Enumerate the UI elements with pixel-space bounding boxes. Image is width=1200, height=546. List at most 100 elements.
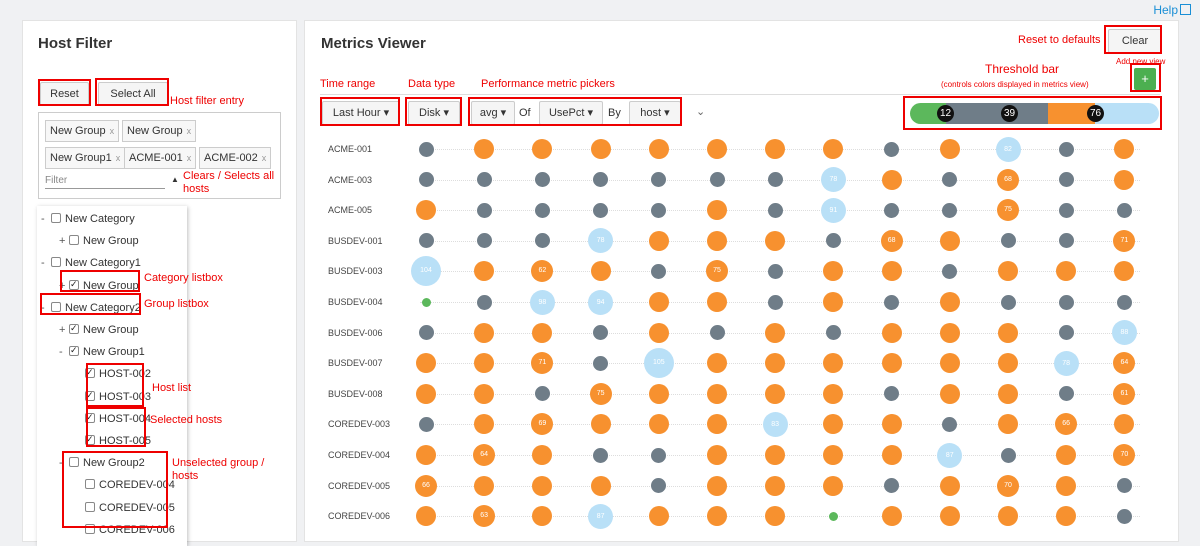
metric-dot[interactable] — [823, 414, 844, 435]
metric-dot[interactable]: 69 — [531, 413, 554, 436]
metric-dot[interactable] — [823, 383, 844, 404]
metric-dot[interactable] — [884, 386, 900, 402]
metric-dot[interactable] — [765, 322, 786, 343]
metric-dot[interactable]: 61 — [1113, 382, 1136, 405]
metric-dot[interactable] — [709, 172, 725, 188]
metric-dot[interactable] — [939, 230, 960, 251]
metric-dot[interactable] — [765, 445, 786, 465]
metric-dot[interactable] — [884, 141, 900, 157]
metric-dot[interactable] — [765, 383, 786, 404]
metric-dot[interactable]: 75 — [706, 260, 728, 283]
metric-dot[interactable]: 66 — [415, 474, 437, 497]
metric-dot[interactable] — [1058, 386, 1074, 402]
metric-dot[interactable] — [1114, 261, 1135, 282]
metric-dot[interactable] — [418, 141, 434, 157]
metric-dot[interactable] — [1058, 294, 1074, 310]
metric-dot[interactable]: 66 — [1055, 413, 1078, 436]
metric-dot[interactable] — [534, 233, 550, 249]
metric-dot[interactable]: 71 — [531, 352, 554, 375]
metric-dot[interactable] — [532, 445, 553, 465]
metric-dot[interactable] — [823, 139, 844, 159]
metric-dot[interactable] — [590, 261, 611, 282]
help-link[interactable]: Help — [1153, 3, 1191, 17]
metric-dot[interactable] — [593, 325, 609, 341]
metric-dot[interactable]: 68 — [880, 229, 903, 252]
metric-dot[interactable]: 64 — [473, 444, 496, 466]
metric-dot[interactable] — [1000, 294, 1016, 310]
metric-dot[interactable] — [416, 445, 436, 465]
metric-dot[interactable] — [416, 383, 436, 404]
metric-dot[interactable] — [767, 202, 783, 218]
metric-dot[interactable] — [648, 506, 669, 527]
tree-item[interactable]: + New Group — [59, 234, 139, 248]
remove-tag-icon[interactable]: x — [262, 153, 267, 163]
caret-up-icon[interactable]: ▲ — [171, 175, 179, 184]
metric-dot[interactable] — [1114, 414, 1135, 435]
metric-dot[interactable] — [474, 414, 495, 435]
metric-dot[interactable] — [534, 202, 550, 218]
metric-dot[interactable] — [998, 414, 1018, 435]
metric-dot[interactable] — [709, 325, 725, 341]
metric-dot[interactable] — [707, 139, 727, 159]
chevron-down-icon[interactable]: ⌄ — [696, 105, 705, 118]
remove-tag-icon[interactable]: x — [110, 126, 115, 136]
metric-dot[interactable] — [474, 353, 495, 374]
metric-dot[interactable] — [651, 263, 667, 279]
remove-tag-icon[interactable]: x — [187, 153, 192, 163]
remove-tag-icon[interactable]: x — [187, 126, 192, 136]
metric-dot[interactable] — [648, 230, 669, 251]
metric-dot[interactable] — [998, 506, 1018, 527]
metric-dot[interactable] — [823, 292, 844, 312]
metric-dot[interactable] — [1058, 325, 1074, 341]
metric-dot[interactable] — [881, 261, 902, 282]
metric-dot[interactable] — [418, 416, 434, 432]
metric-dot[interactable] — [532, 475, 553, 496]
metric-dot[interactable] — [651, 172, 667, 188]
metric-dot[interactable] — [416, 506, 436, 527]
metric-dot[interactable] — [939, 506, 960, 527]
metric-dot[interactable] — [1116, 508, 1132, 524]
filter-tag[interactable]: ACME-001 x — [124, 147, 197, 169]
metric-dot[interactable] — [590, 475, 611, 496]
metric-dot[interactable] — [421, 297, 431, 307]
metric-dot[interactable] — [1116, 478, 1132, 494]
filter-input[interactable]: Filter — [45, 174, 165, 189]
metric-dot[interactable]: 91 — [820, 197, 846, 223]
metric-dot[interactable] — [707, 230, 727, 251]
metric-dot[interactable] — [765, 139, 786, 159]
metric-dot[interactable] — [1056, 261, 1077, 282]
metric-dot[interactable]: 75 — [589, 382, 612, 405]
metric-dot[interactable] — [590, 414, 611, 435]
metric-dot[interactable] — [881, 414, 902, 435]
metric-dot[interactable] — [884, 478, 900, 494]
metric-dot[interactable] — [532, 139, 553, 159]
metric-dot[interactable] — [942, 416, 958, 432]
tree-item[interactable]: + New Group — [59, 321, 139, 337]
metric-dot[interactable] — [707, 445, 727, 465]
metric-dot[interactable] — [651, 447, 667, 463]
metric-dot[interactable] — [823, 445, 844, 465]
metric-dot[interactable]: 105 — [643, 348, 674, 379]
metric-dot[interactable] — [884, 202, 900, 218]
metric-dot[interactable] — [534, 172, 550, 188]
tree-checkbox[interactable] — [69, 235, 79, 246]
metric-dot[interactable] — [765, 506, 786, 527]
metric-dot[interactable]: 82 — [995, 136, 1021, 162]
metric-dot[interactable] — [418, 233, 434, 249]
metric-dot[interactable] — [884, 294, 900, 310]
metric-dot[interactable] — [1058, 202, 1074, 218]
metric-dot[interactable] — [828, 511, 838, 521]
metric-dot[interactable] — [648, 292, 669, 312]
metric-dot[interactable] — [593, 355, 609, 371]
metric-dot[interactable]: 104 — [411, 256, 441, 287]
metric-dot[interactable] — [707, 353, 727, 374]
metric-dot[interactable] — [1114, 169, 1135, 190]
metric-dot[interactable] — [823, 353, 844, 374]
metric-dot[interactable]: 83 — [762, 411, 788, 437]
metric-dot[interactable] — [823, 475, 844, 496]
metric-dot[interactable] — [1000, 447, 1016, 463]
metric-dot[interactable]: 78 — [820, 167, 846, 193]
metric-dot[interactable] — [998, 353, 1018, 374]
metric-dot[interactable]: 78 — [588, 228, 614, 254]
metric-dot[interactable] — [648, 139, 669, 159]
